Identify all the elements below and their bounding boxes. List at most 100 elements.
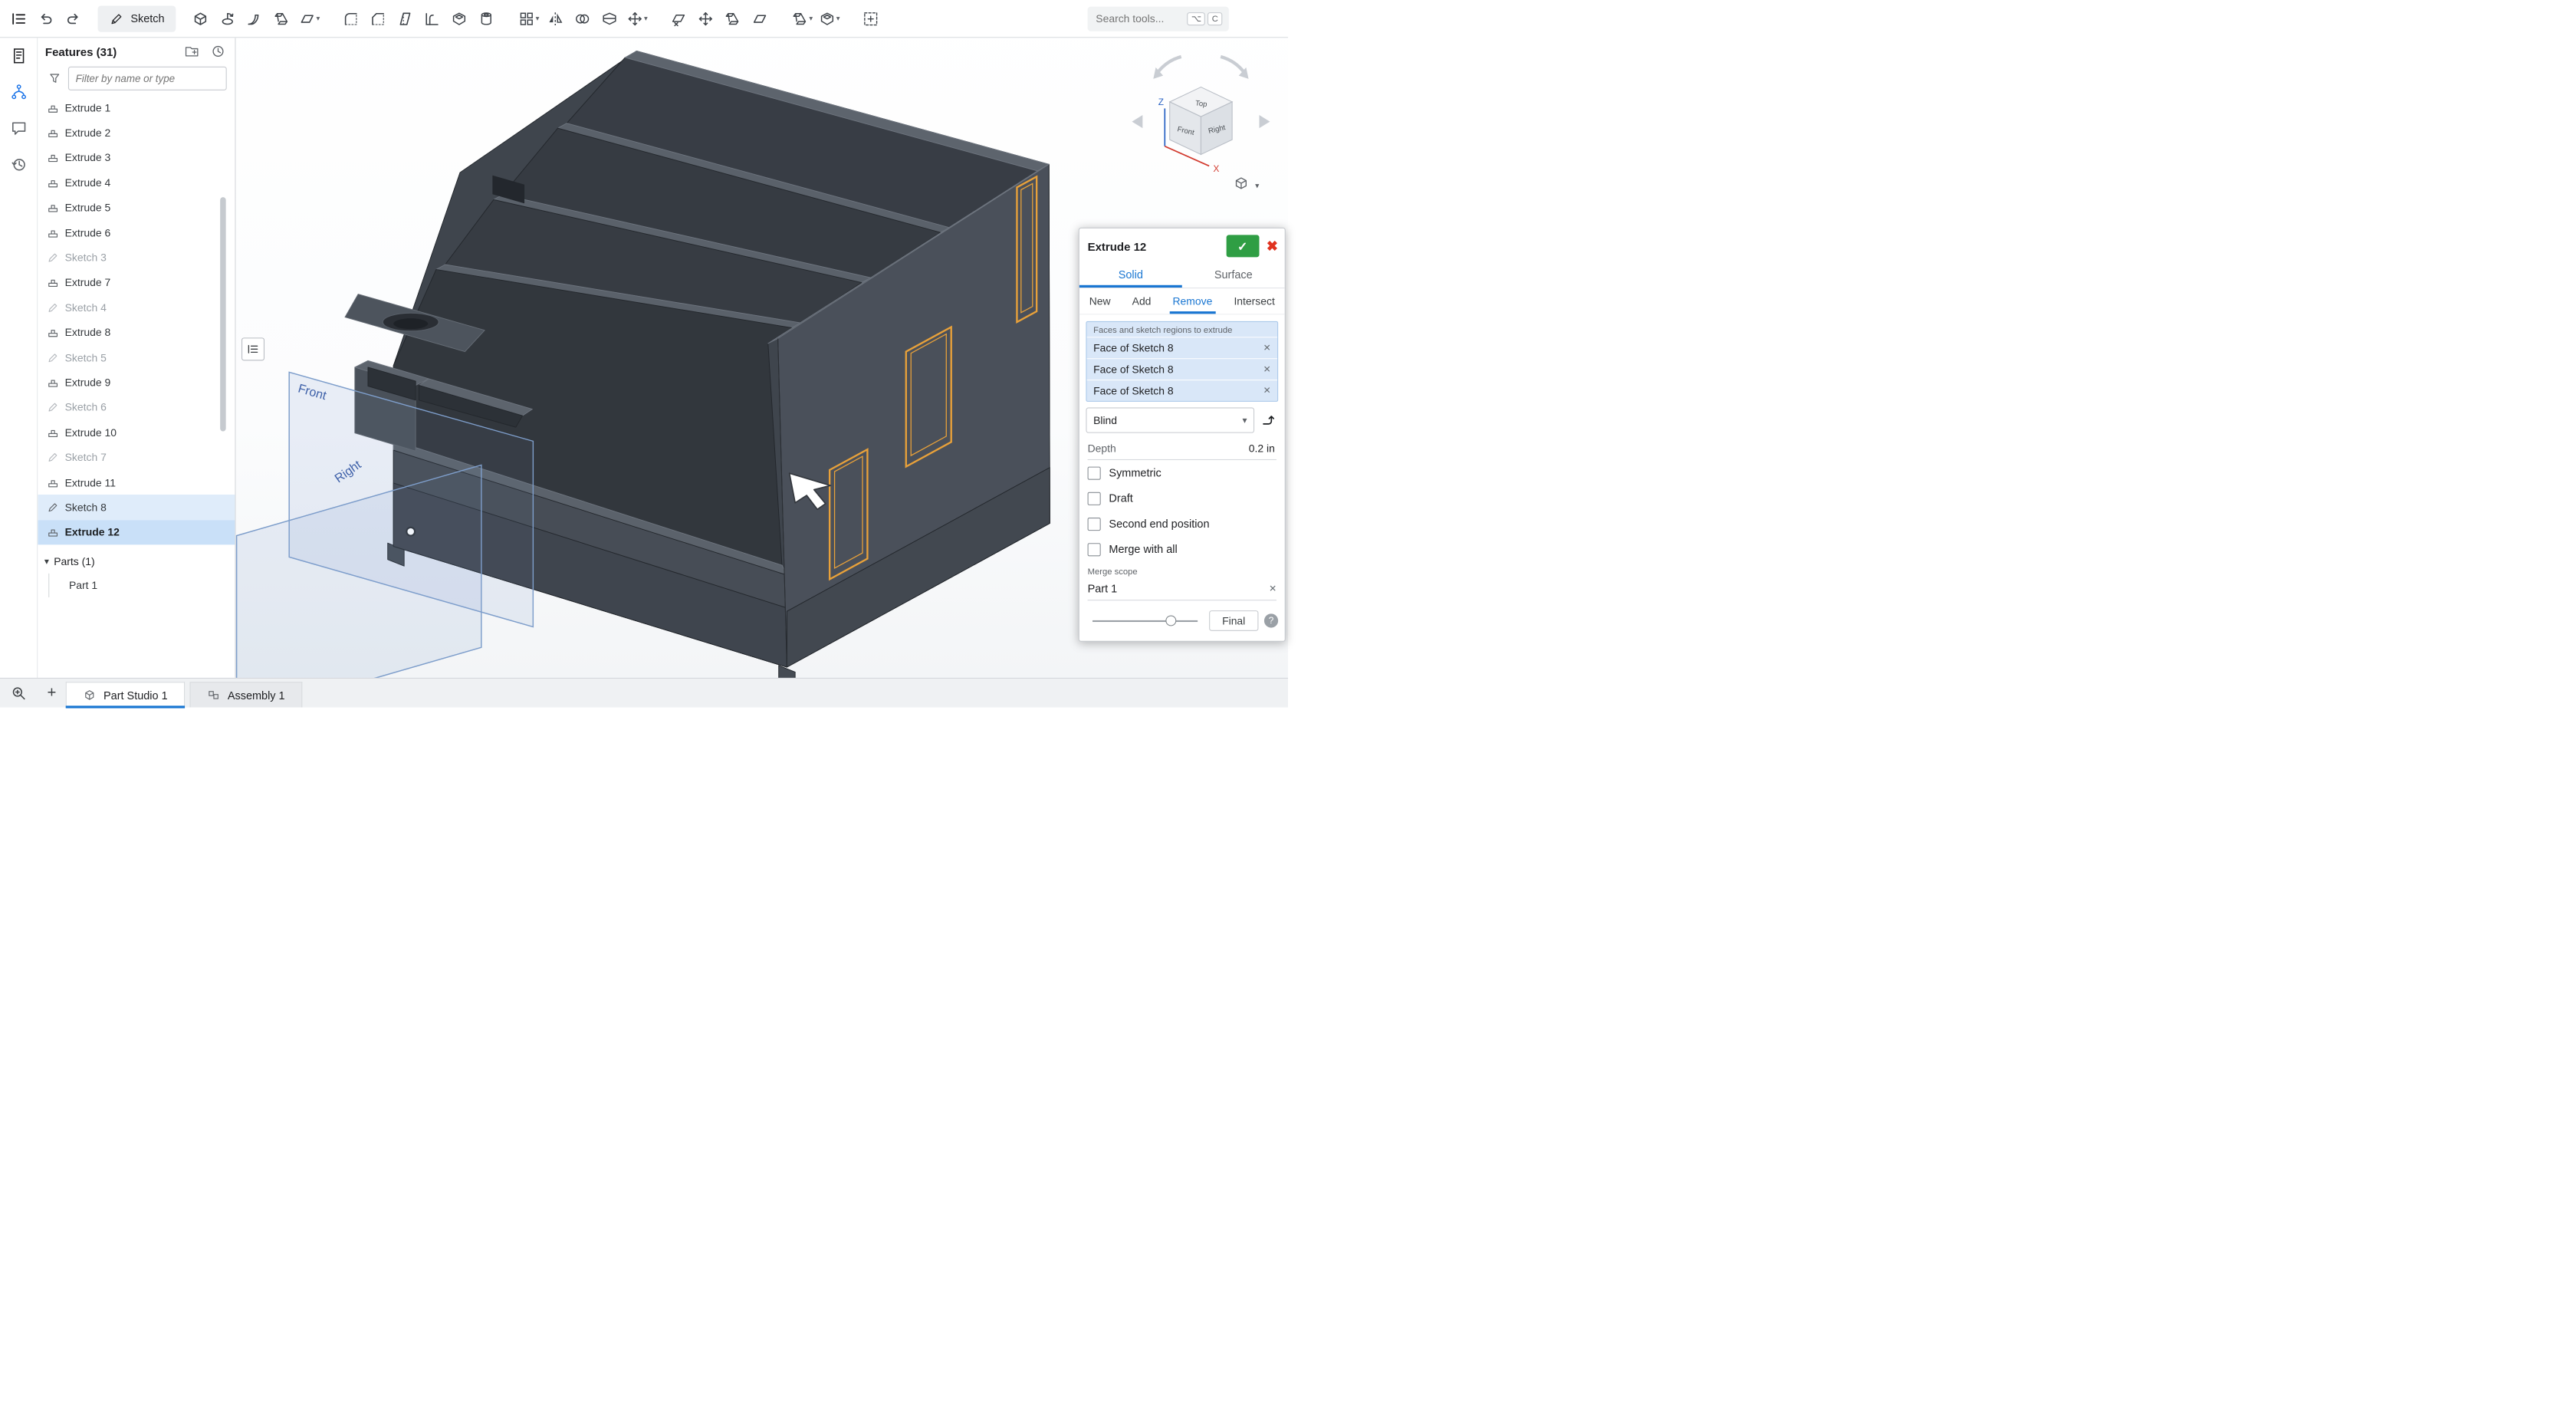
replace-face-icon[interactable]: ▾ <box>721 6 745 31</box>
extrude-icon[interactable]: ▾ <box>189 6 213 31</box>
move-face-icon[interactable]: ▾ <box>694 6 718 31</box>
selected-face-row[interactable]: Face of Sketch 8 ✕ <box>1087 337 1278 358</box>
dialog-tab[interactable]: Surface <box>1182 263 1285 288</box>
search-tabs-button[interactable] <box>0 679 38 708</box>
revolve-icon[interactable]: ▾ <box>215 6 240 31</box>
document-panel-icon[interactable] <box>7 6 31 31</box>
view-cube[interactable]: Top Front Right Z X ▾ <box>1132 57 1270 190</box>
shell-icon[interactable]: ▾ <box>447 6 472 31</box>
feature-item[interactable]: Extrude 5 <box>38 196 235 221</box>
selected-face-row[interactable]: Face of Sketch 8 ✕ <box>1087 380 1278 401</box>
boolean-op-button[interactable]: New <box>1086 288 1113 314</box>
checkbox[interactable] <box>1088 492 1101 505</box>
history-button[interactable] <box>7 153 30 176</box>
delete-face-icon[interactable]: ▾ <box>666 6 691 31</box>
parts-section-header[interactable]: ▾ Parts (1) <box>38 550 235 574</box>
split-icon[interactable]: ▾ <box>597 6 622 31</box>
comments-button[interactable] <box>7 117 30 140</box>
linear-pattern-icon[interactable]: ▾ <box>516 6 540 31</box>
solid-surface-tabs: SolidSurface <box>1079 263 1285 288</box>
add-tab-button[interactable]: + <box>38 679 65 708</box>
offset-surface-icon[interactable]: ▾ <box>748 6 772 31</box>
option-checkbox-row[interactable]: Second end position <box>1079 511 1285 536</box>
flip-direction-button[interactable] <box>1260 411 1279 429</box>
add-folder-button[interactable] <box>182 42 201 61</box>
confirm-button[interactable]: ✓ <box>1226 235 1259 257</box>
transform-icon[interactable]: ▾ <box>625 6 649 31</box>
checkbox[interactable] <box>1088 517 1101 530</box>
option-checkbox-row[interactable]: Merge with all <box>1079 537 1285 562</box>
feature-item[interactable]: Extrude 12 <box>38 520 235 545</box>
fill-surface-icon[interactable]: ▾ <box>816 6 841 31</box>
depth-input[interactable] <box>1208 441 1276 455</box>
boundary-surface-icon[interactable]: ▾ <box>790 6 814 31</box>
slider-thumb[interactable] <box>1166 615 1177 626</box>
boolean-op-button[interactable]: Add <box>1129 288 1154 314</box>
hole-icon[interactable]: ▾ <box>475 6 499 31</box>
checkbox[interactable] <box>1088 543 1101 556</box>
help-button[interactable]: ? <box>1264 613 1278 627</box>
thicken-icon[interactable]: ▾ <box>297 6 321 31</box>
final-button[interactable]: Final <box>1209 610 1258 631</box>
feature-item[interactable]: Extrude 7 <box>38 270 235 295</box>
magnifier-plus-icon <box>11 685 27 701</box>
feature-item[interactable]: Sketch 8 <box>38 495 235 520</box>
search-tools-input[interactable] <box>1094 12 1184 25</box>
sweep-icon[interactable]: ▾ <box>242 6 267 31</box>
chat-bubble-icon <box>9 119 28 137</box>
feature-item[interactable]: Sketch 3 <box>38 245 235 271</box>
feature-item[interactable]: Extrude 3 <box>38 145 235 170</box>
feature-item[interactable]: Extrude 6 <box>38 220 235 245</box>
feature-item[interactable]: Extrude 11 <box>38 470 235 495</box>
rollback-slider[interactable] <box>1092 620 1198 621</box>
view-options-button[interactable]: ▾ <box>1237 178 1260 190</box>
feature-item[interactable]: Extrude 9 <box>38 370 235 395</box>
feature-item[interactable]: Extrude 1 <box>38 95 235 120</box>
versions-button[interactable] <box>7 81 30 104</box>
search-tools-box[interactable]: ⌥ C <box>1088 6 1229 31</box>
document-tab[interactable]: Assembly 1 <box>190 682 303 707</box>
feature-dialog-list-toggle-button[interactable] <box>242 337 264 360</box>
sketch-button[interactable]: Sketch <box>98 5 176 31</box>
remove-face-icon[interactable]: ✕ <box>1263 364 1271 375</box>
selected-face-row[interactable]: Face of Sketch 8 ✕ <box>1087 358 1278 380</box>
dialog-header: Extrude 12 ✓ ✖ <box>1079 229 1285 263</box>
remove-face-icon[interactable]: ✕ <box>1263 343 1271 354</box>
undo-button[interactable] <box>34 6 58 31</box>
remove-merge-scope-icon[interactable]: ✕ <box>1269 584 1276 594</box>
document-tab[interactable]: Part Studio 1 <box>66 682 185 707</box>
boolean-op-button[interactable]: Intersect <box>1230 288 1278 314</box>
loft-icon[interactable]: ▾ <box>270 6 294 31</box>
feature-list-scrollbar[interactable] <box>220 197 226 431</box>
feature-list-panel-button[interactable] <box>7 44 30 67</box>
rib-icon[interactable]: ▾ <box>420 6 445 31</box>
remove-face-icon[interactable]: ✕ <box>1263 386 1271 396</box>
custom-feature-icon[interactable]: ▾ <box>859 6 883 31</box>
feature-item[interactable]: Sketch 4 <box>38 295 235 321</box>
feature-item[interactable]: Sketch 7 <box>38 445 235 470</box>
checkbox[interactable] <box>1088 466 1101 479</box>
merge-scope-row[interactable]: Part 1 ✕ <box>1088 577 1276 600</box>
feature-item[interactable]: Extrude 10 <box>38 420 235 446</box>
feature-item[interactable]: Sketch 6 <box>38 395 235 420</box>
feature-item[interactable]: Extrude 2 <box>38 120 235 146</box>
part-item[interactable]: Part 1 <box>48 574 235 597</box>
mirror-icon[interactable]: ▾ <box>544 6 568 31</box>
redo-button[interactable] <box>61 6 85 31</box>
boolean-op-button[interactable]: Remove <box>1169 288 1215 314</box>
option-checkbox-row[interactable]: Draft <box>1079 485 1285 511</box>
cancel-button[interactable]: ✖ <box>1267 239 1278 253</box>
feature-type-icon <box>47 152 59 164</box>
chamfer-icon[interactable]: ▾ <box>366 6 390 31</box>
feature-item[interactable]: Extrude 8 <box>38 320 235 345</box>
rollback-history-button[interactable] <box>209 42 227 61</box>
dialog-tab[interactable]: Solid <box>1079 263 1182 288</box>
feature-item[interactable]: Extrude 4 <box>38 170 235 196</box>
option-checkbox-row[interactable]: Symmetric <box>1079 460 1285 485</box>
feature-item[interactable]: Sketch 5 <box>38 345 235 370</box>
end-condition-dropdown[interactable]: Blind ▾ <box>1086 407 1254 432</box>
feature-filter-input[interactable] <box>68 67 227 90</box>
draft-icon[interactable]: ▾ <box>393 6 417 31</box>
boolean-icon[interactable]: ▾ <box>570 6 595 31</box>
fillet-icon[interactable]: ▾ <box>339 6 363 31</box>
